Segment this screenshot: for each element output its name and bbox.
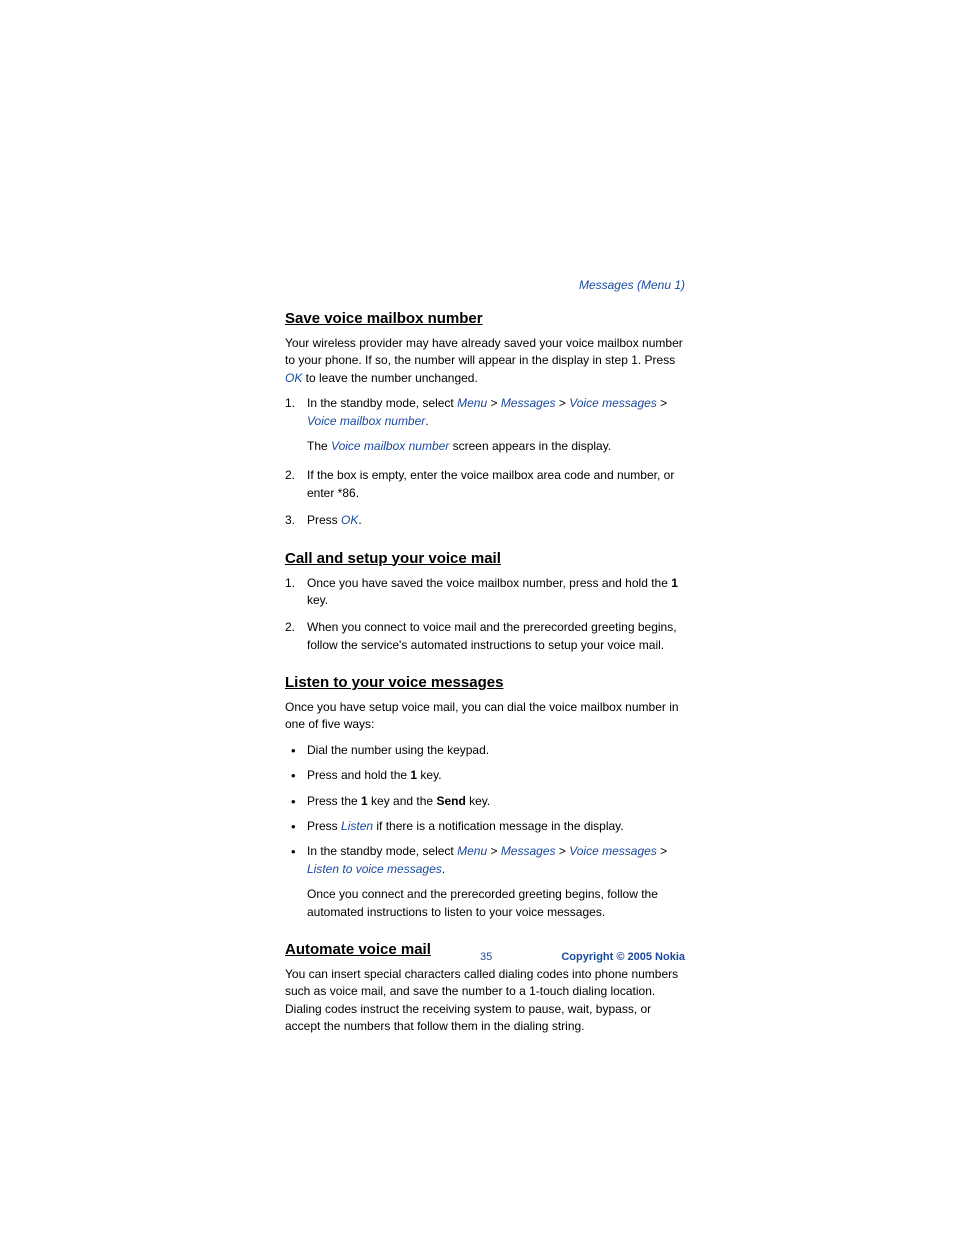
list-item: In the standby mode, select Menu > Messa…: [285, 843, 685, 921]
section-listen: Listen to your voice messages Once you h…: [285, 674, 685, 921]
text: The: [307, 439, 331, 453]
save-intro-paragraph: Your wireless provider may have already …: [285, 335, 685, 387]
list-item: Dial the number using the keypad.: [285, 742, 685, 759]
call-steps-list: 1. Once you have saved the voice mailbox…: [285, 575, 685, 655]
text: Once you have saved the voice mailbox nu…: [307, 576, 671, 590]
list-number: 1.: [285, 395, 295, 412]
page-number: 35: [480, 951, 492, 963]
list-item: 1. Once you have saved the voice mailbox…: [285, 575, 685, 610]
text: In the standby mode, select: [307, 396, 457, 410]
list-item: 2. When you connect to voice mail and th…: [285, 619, 685, 654]
text: Your wireless provider may have already …: [285, 336, 683, 367]
list-item: Press and hold the 1 key.: [285, 767, 685, 784]
heading-listen: Listen to your voice messages: [285, 674, 685, 691]
text: Press: [307, 513, 341, 527]
key-1: 1: [361, 794, 368, 808]
key-send: Send: [436, 794, 465, 808]
text: Press the: [307, 794, 361, 808]
term-voice-mailbox-number: Voice mailbox number: [307, 414, 425, 428]
step1-subtext: The Voice mailbox number screen appears …: [307, 438, 685, 455]
list-number: 1.: [285, 575, 295, 592]
text: >: [556, 396, 570, 410]
text: >: [657, 396, 667, 410]
list-number: 2.: [285, 467, 295, 484]
list-item: Press Listen if there is a notification …: [285, 818, 685, 835]
text: key.: [466, 794, 490, 808]
list-item: 1. In the standby mode, select Menu > Me…: [285, 395, 685, 455]
text: >: [657, 844, 667, 858]
text: .: [425, 414, 428, 428]
listen-intro: Once you have setup voice mail, you can …: [285, 699, 685, 734]
text: When you connect to voice mail and the p…: [307, 620, 677, 651]
heading-call: Call and setup your voice mail: [285, 550, 685, 567]
term-menu: Menu: [457, 844, 487, 858]
text: In the standby mode, select: [307, 844, 457, 858]
automate-intro: You can insert special characters called…: [285, 966, 685, 1036]
listen-subtext: Once you connect and the prerecorded gre…: [307, 886, 685, 921]
text: >: [487, 396, 501, 410]
term-ok: OK: [285, 371, 302, 385]
term-voice-messages: Voice messages: [569, 844, 657, 858]
section-call-setup: Call and setup your voice mail 1. Once y…: [285, 550, 685, 655]
list-item: 3. Press OK.: [285, 512, 685, 529]
text: if there is a notification message in th…: [373, 819, 624, 833]
text: .: [442, 862, 445, 876]
document-page: Messages (Menu 1) Save voice mailbox num…: [285, 278, 685, 1056]
heading-save: Save voice mailbox number: [285, 310, 685, 327]
term-listen: Listen: [341, 819, 373, 833]
term-messages: Messages: [501, 396, 556, 410]
text: >: [556, 844, 570, 858]
text: Press: [307, 819, 341, 833]
text: Press and hold the: [307, 768, 410, 782]
term-voice-messages: Voice messages: [569, 396, 657, 410]
term-menu: Menu: [457, 396, 487, 410]
list-item: Press the 1 key and the Send key.: [285, 793, 685, 810]
term-messages: Messages: [501, 844, 556, 858]
text: to leave the number unchanged.: [302, 371, 477, 385]
listen-bullets: Dial the number using the keypad. Press …: [285, 742, 685, 921]
text: >: [487, 844, 501, 858]
text: key and the: [368, 794, 437, 808]
list-item: 2. If the box is empty, enter the voice …: [285, 467, 685, 502]
text: .: [358, 513, 361, 527]
header-breadcrumb[interactable]: Messages (Menu 1): [285, 278, 685, 292]
section-save-voice-mailbox: Save voice mailbox number Your wireless …: [285, 310, 685, 530]
text: If the box is empty, enter the voice mai…: [307, 468, 674, 499]
text: screen appears in the display.: [449, 439, 611, 453]
list-number: 2.: [285, 619, 295, 636]
text: key.: [417, 768, 441, 782]
term-listen-to-voice-messages: Listen to voice messages: [307, 862, 442, 876]
text: key.: [307, 593, 328, 607]
term-ok: OK: [341, 513, 358, 527]
key-1: 1: [671, 576, 678, 590]
save-steps-list: 1. In the standby mode, select Menu > Me…: [285, 395, 685, 529]
list-number: 3.: [285, 512, 295, 529]
term-voice-mailbox-number-screen: Voice mailbox number: [331, 439, 449, 453]
copyright-text: Copyright © 2005 Nokia: [561, 951, 685, 963]
